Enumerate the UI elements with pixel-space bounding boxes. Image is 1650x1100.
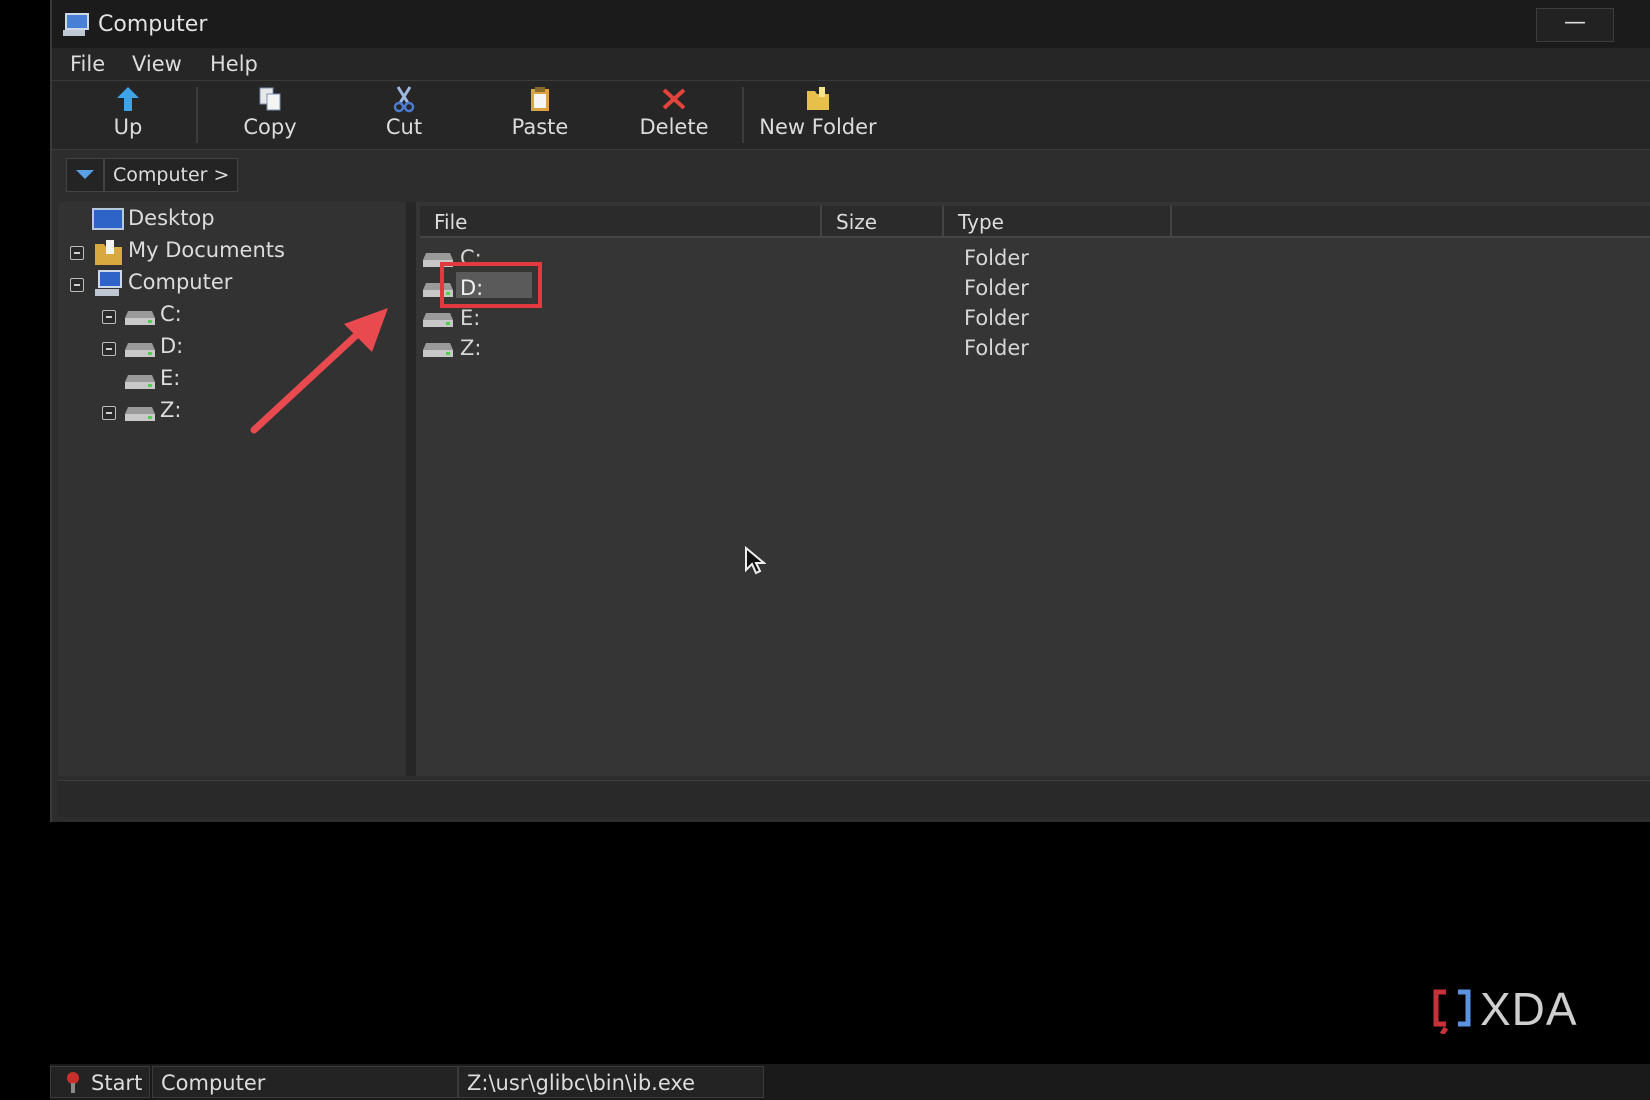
drive-icon — [125, 375, 155, 389]
chevron-down-icon — [76, 170, 94, 179]
file-name: E: — [460, 306, 481, 330]
paste-label: Paste — [511, 115, 569, 139]
drive-icon — [423, 343, 453, 357]
tree-item-label: D: — [160, 334, 184, 358]
column-header-file[interactable]: File — [420, 206, 822, 238]
tree-item-drive-d[interactable]: D: — [124, 334, 244, 364]
taskbar-item-ib-exe[interactable]: Z:\usr\glibc\bin\ib.exe — [458, 1066, 764, 1098]
xda-logo-text: XDA — [1480, 983, 1578, 1035]
paste-button[interactable]: Paste — [504, 85, 576, 145]
drive-icon — [125, 311, 155, 325]
address-bar: Computer > — [66, 158, 1650, 192]
copy-icon — [259, 87, 281, 111]
drive-icon — [125, 343, 155, 357]
window-title: Computer — [98, 12, 208, 37]
toolbar-separator — [196, 87, 198, 143]
folder-tree: Desktop My Documents Computer C: D: E: Z… — [58, 202, 406, 776]
tree-item-label: My Documents — [128, 238, 285, 262]
up-label: Up — [113, 115, 143, 139]
menu-view[interactable]: View — [132, 52, 182, 76]
new-folder-icon — [807, 87, 829, 110]
tree-item-label: E: — [160, 366, 181, 390]
computer-icon — [63, 13, 89, 36]
tree-item-drive-e[interactable]: E: — [124, 366, 244, 396]
annotation-arrow-icon — [250, 308, 388, 434]
taskbar-item-computer[interactable]: Computer — [152, 1066, 458, 1098]
toolbar-separator — [742, 87, 744, 143]
expand-my-documents[interactable] — [70, 246, 84, 260]
collapse-computer[interactable] — [70, 278, 84, 292]
new-folder-label: New Folder — [759, 115, 877, 139]
new-folder-button[interactable]: New Folder — [756, 85, 880, 145]
expand-drive-z[interactable] — [102, 406, 116, 420]
column-header-type[interactable]: Type — [944, 206, 1172, 238]
menu-help[interactable]: Help — [210, 52, 258, 76]
xda-bracket-icon — [1433, 989, 1471, 1036]
list-row-drive-c[interactable]: C: Folder — [416, 244, 1650, 274]
up-button[interactable]: Up — [98, 85, 158, 145]
file-type: Folder — [964, 336, 1029, 360]
list-row-drive-d[interactable]: D: Folder — [416, 274, 1650, 304]
expand-drive-c[interactable] — [102, 310, 116, 324]
drive-icon — [423, 313, 453, 327]
list-header: File Size Type — [416, 206, 1650, 240]
desktop-icon — [92, 208, 124, 230]
start-button[interactable]: Start — [50, 1066, 150, 1098]
tree-item-label: Computer — [128, 270, 233, 294]
tree-item-label: C: — [160, 302, 182, 326]
menu-bar: File View Help — [52, 48, 1650, 80]
file-type: Folder — [964, 246, 1029, 270]
paste-icon — [531, 87, 549, 111]
start-icon — [67, 1072, 79, 1093]
breadcrumb-computer[interactable]: Computer > — [104, 158, 239, 192]
delete-label: Delete — [639, 115, 709, 139]
documents-folder-icon — [95, 240, 122, 265]
start-label: Start — [91, 1071, 143, 1095]
column-header-size[interactable]: Size — [822, 206, 944, 238]
cut-label: Cut — [385, 115, 423, 139]
file-type: Folder — [964, 276, 1029, 300]
title-bar[interactable]: Computer — — [52, 0, 1650, 48]
cut-button[interactable]: Cut — [378, 85, 430, 145]
annotation-highlight-box — [440, 262, 542, 308]
column-header-empty — [1172, 206, 1650, 238]
list-row-drive-e[interactable]: E: Folder — [416, 304, 1650, 334]
file-name: Z: — [460, 336, 482, 360]
tree-item-label: Desktop — [128, 206, 215, 230]
scissors-icon — [393, 86, 415, 113]
computer-icon — [95, 270, 122, 296]
tree-item-label: Z: — [160, 398, 182, 422]
toolbar: Up Copy Cut Paste Delete New Folder — [52, 80, 1650, 150]
address-dropdown-button[interactable] — [66, 158, 104, 192]
xda-logo: XDA — [1432, 983, 1577, 1038]
tree-item-my-documents[interactable]: My Documents — [92, 238, 332, 268]
mouse-cursor-icon — [745, 546, 766, 575]
up-arrow-icon — [117, 87, 139, 111]
file-type: Folder — [964, 306, 1029, 330]
status-bar — [58, 780, 1650, 817]
copy-button[interactable]: Copy — [238, 85, 302, 145]
drive-icon — [125, 407, 155, 421]
copy-label: Copy — [243, 115, 297, 139]
list-row-drive-z[interactable]: Z: Folder — [416, 334, 1650, 364]
file-list: File Size Type C: Folder D: Folder E: Fo… — [416, 202, 1650, 776]
minimize-button[interactable]: — — [1536, 8, 1614, 42]
delete-button[interactable]: Delete — [636, 85, 712, 145]
tree-item-computer[interactable]: Computer — [92, 270, 292, 300]
pane-splitter[interactable] — [406, 202, 416, 776]
expand-drive-d[interactable] — [102, 342, 116, 356]
menu-file[interactable]: File — [70, 52, 105, 76]
taskbar: Start Computer Z:\usr\glibc\bin\ib.exe — [50, 1064, 1650, 1100]
delete-x-icon — [662, 88, 686, 110]
tree-item-drive-z[interactable]: Z: — [124, 398, 244, 428]
tree-item-drive-c[interactable]: C: — [124, 302, 244, 332]
tree-item-desktop[interactable]: Desktop — [92, 206, 292, 236]
